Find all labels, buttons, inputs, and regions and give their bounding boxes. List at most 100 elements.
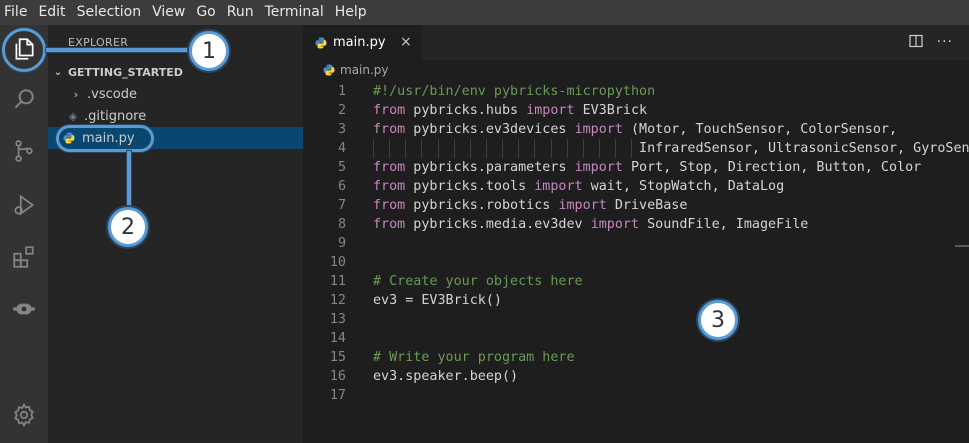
code-text: from pybricks.ev3devices import (Motor, … xyxy=(373,120,897,139)
activity-bar xyxy=(0,25,48,443)
line-number: 13 xyxy=(329,312,346,327)
sidebar-item-label: .vscode xyxy=(87,86,137,102)
code-token: pybricks.ev3devices xyxy=(405,122,575,137)
menu-go[interactable]: Go xyxy=(196,0,215,25)
code-line[interactable]: 6 from pybricks.tools import wait, StopWa… xyxy=(303,177,969,196)
line-number: 16 xyxy=(329,369,346,384)
indent-guide xyxy=(485,139,487,158)
indent-guide xyxy=(469,139,471,158)
line-number: 4 xyxy=(337,141,346,156)
menu-help[interactable]: Help xyxy=(335,0,367,25)
code-token: pybricks.parameters xyxy=(405,160,575,175)
line-number: 3 xyxy=(337,122,346,137)
run-debug-icon[interactable] xyxy=(0,181,48,229)
code-token: wait, StopWatch, DataLog xyxy=(582,179,785,194)
indent-guide xyxy=(437,139,439,158)
tab-main-py[interactable]: main.py × xyxy=(303,25,422,60)
code-line[interactable]: 9 xyxy=(303,234,969,253)
split-editor-icon[interactable] xyxy=(909,34,923,52)
search-icon[interactable] xyxy=(0,75,48,123)
scrollbar-marker[interactable] xyxy=(955,245,969,247)
code-line[interactable]: 1 #!/usr/bin/env pybricks-micropython xyxy=(303,82,969,101)
tab-label: main.py xyxy=(333,35,386,50)
menu-view[interactable]: View xyxy=(152,0,185,25)
line-number: 8 xyxy=(337,217,346,232)
code-line[interactable]: 13 xyxy=(303,310,969,329)
code-text: ev3 = EV3Brick() xyxy=(373,291,502,310)
code-line[interactable]: 8 from pybricks.media.ev3dev import Sound… xyxy=(303,215,969,234)
code-text: from pybricks.tools import wait, StopWat… xyxy=(373,177,784,196)
callout-badge-3: 3 xyxy=(698,300,738,340)
line-number: 9 xyxy=(337,236,346,251)
indent-guide xyxy=(566,139,568,158)
code-line[interactable]: 14 xyxy=(303,329,969,348)
line-number: 6 xyxy=(337,179,346,194)
code-line[interactable]: 7 from pybricks.robotics import DriveBase xyxy=(303,196,969,215)
editor-area: main.py × ··· main.py 1 #!/usr/bin/env py… xyxy=(303,25,969,443)
callout-ring-main-py xyxy=(56,125,154,152)
source-control-icon[interactable] xyxy=(0,127,48,175)
menu-edit[interactable]: Edit xyxy=(38,0,65,25)
menu-terminal[interactable]: Terminal xyxy=(265,0,324,25)
keyword-token: import xyxy=(558,198,607,213)
indent-guide xyxy=(373,139,374,158)
indent-guide xyxy=(534,139,536,158)
callout-connector-1 xyxy=(46,48,190,52)
keyword-token: from xyxy=(373,217,406,232)
keyword-token: import xyxy=(526,103,575,118)
indent-guide xyxy=(421,139,423,158)
close-icon[interactable]: × xyxy=(400,34,412,50)
indent-guide xyxy=(615,139,617,158)
code-line[interactable]: 5 from pybricks.parameters import Port, S… xyxy=(303,158,969,177)
ev3-device-icon[interactable] xyxy=(0,285,48,333)
keyword-token: import xyxy=(574,122,623,137)
indent-guide xyxy=(518,139,520,158)
code-text: from pybricks.hubs import EV3Brick xyxy=(373,101,647,120)
code-line[interactable]: 3 from pybricks.ev3devices import (Motor,… xyxy=(303,120,969,139)
keyword-token: from xyxy=(373,122,406,137)
line-number: 15 xyxy=(329,350,346,365)
code-token: pybricks.hubs xyxy=(405,103,527,118)
comment-token: # Write your program here xyxy=(373,350,575,365)
code-text: # Create your objects here xyxy=(373,272,583,291)
sidebar-item-vscode[interactable]: › .vscode xyxy=(48,83,303,105)
more-actions-icon[interactable]: ··· xyxy=(937,34,953,52)
code-line[interactable]: 10 xyxy=(303,253,969,272)
sidebar-item-gitignore[interactable]: ◈ .gitignore xyxy=(48,105,303,127)
comment-token: # Create your objects here xyxy=(373,274,583,289)
callout-badge-2: 2 xyxy=(108,207,148,247)
settings-gear-icon[interactable] xyxy=(0,391,48,439)
code-line[interactable]: 16 ev3.speaker.beep() xyxy=(303,367,969,386)
code-line[interactable]: 17 xyxy=(303,386,969,405)
code-line[interactable]: 2 from pybricks.hubs import EV3Brick xyxy=(303,101,969,120)
chevron-down-icon: ⌄ xyxy=(53,66,63,78)
line-number: 11 xyxy=(329,274,346,289)
menu-file[interactable]: File xyxy=(4,0,27,25)
code-text: InfraredSensor, UltrasonicSensor, GyroSe… xyxy=(373,139,969,158)
callout-ring-explorer xyxy=(2,28,46,72)
line-number: 17 xyxy=(329,388,346,403)
code-token: pybricks.robotics xyxy=(405,198,559,213)
menu-run[interactable]: Run xyxy=(227,0,254,25)
code-line[interactable]: 12 ev3 = EV3Brick() xyxy=(303,291,969,310)
indent-guide xyxy=(598,139,600,158)
line-number: 12 xyxy=(329,293,346,308)
code-line[interactable]: 4 InfraredSensor, UltrasonicSensor, Gyro… xyxy=(303,139,969,158)
code-token: Port, Stop, Direction, Button, Color xyxy=(622,160,922,175)
chevron-right-icon: › xyxy=(73,87,79,101)
menu-bar: File Edit Selection View Go Run Terminal… xyxy=(0,0,969,25)
code-text: # Write your program here xyxy=(373,348,575,367)
breadcrumb-file[interactable]: main.py xyxy=(340,63,389,77)
code-line[interactable]: 15 # Write your program here xyxy=(303,348,969,367)
workspace-name: GETTING_STARTED xyxy=(68,65,183,79)
code-line[interactable]: 11 # Create your objects here xyxy=(303,272,969,291)
code-token: SoundFile, ImageFile xyxy=(639,217,809,232)
code-text: #!/usr/bin/env pybricks-micropython xyxy=(373,82,655,101)
workspace-section[interactable]: ⌄ GETTING_STARTED xyxy=(48,61,303,83)
menu-selection[interactable]: Selection xyxy=(77,0,142,25)
code-text: from pybricks.robotics import DriveBase xyxy=(373,196,687,215)
extensions-icon[interactable] xyxy=(0,233,48,281)
indent-guide xyxy=(631,139,633,158)
indent-guide xyxy=(582,139,584,158)
comment-token: #!/usr/bin/env pybricks-micropython xyxy=(373,84,656,99)
